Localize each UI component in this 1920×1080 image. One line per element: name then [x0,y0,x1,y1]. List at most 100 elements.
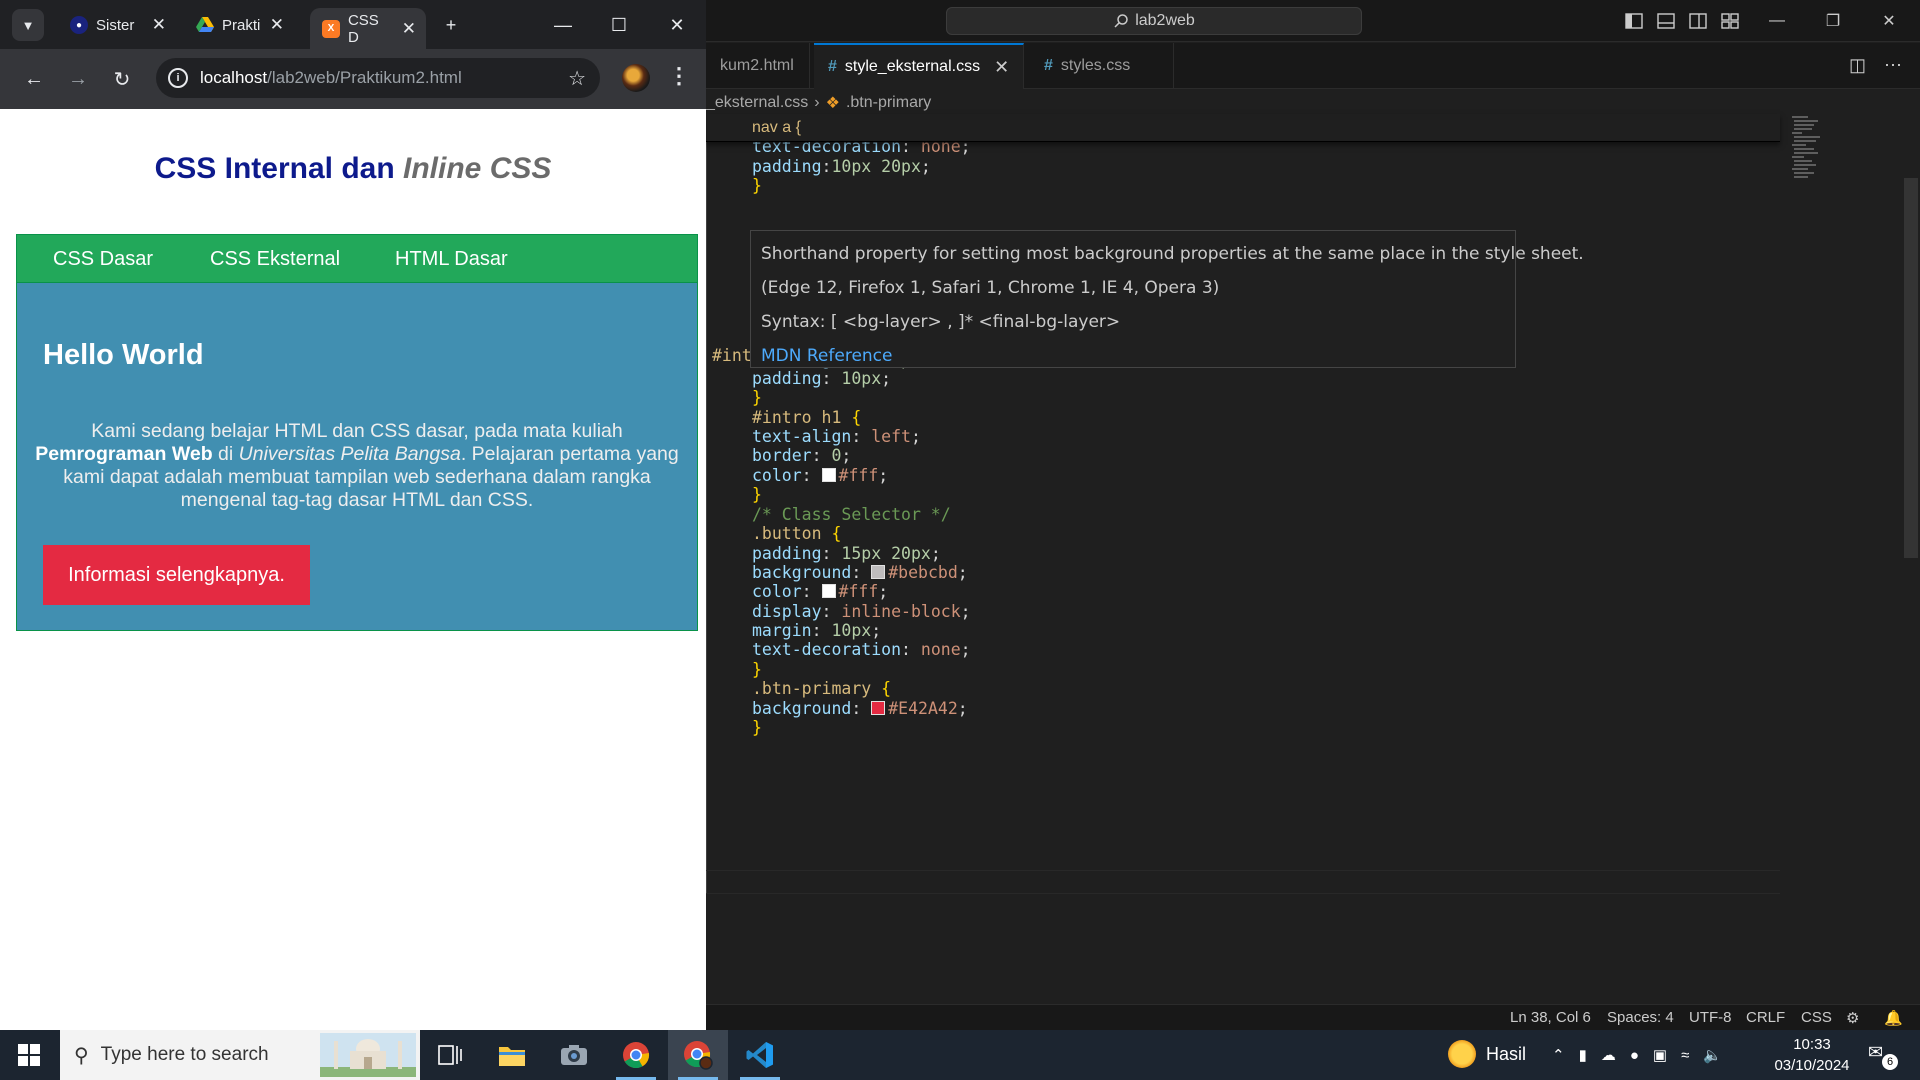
color-swatch[interactable] [871,565,886,579]
address-bar[interactable]: i localhost/lab2web/Praktikum2.html ☆ [156,58,600,98]
chrome-titlebar: ▼ ● Sister ✕ Prakti ✕ X CSS D ✕ + — ☐ ✕ [0,0,706,49]
bookmark-star-icon[interactable]: ☆ [568,66,586,91]
reload-icon[interactable]: ↻ [106,63,138,95]
task-view-icon[interactable] [420,1030,480,1080]
css-file-icon: # [828,58,837,75]
code-line: padding:10px 20px; [752,157,931,176]
new-tab-icon[interactable]: + [428,10,474,40]
restore-icon[interactable]: ❐ [1810,8,1856,34]
minimap[interactable] [1788,114,1908,1014]
partial-selector-text: #int [712,346,752,365]
code-line: text-decoration: none; [752,640,971,659]
indentation[interactable]: Spaces: 4 [1607,1009,1674,1026]
mdn-reference-link[interactable]: MDN Reference [761,339,1505,373]
close-window-icon[interactable]: ✕ [1866,8,1912,34]
browser-tab-title: CSS D [347,11,379,46]
xampp-icon: X [322,19,340,38]
intro-italic-text: Universitas Pelita Bangsa [238,443,461,465]
editor-scrollbar[interactable] [1904,178,1918,558]
search-icon [1114,14,1128,28]
breadcrumb-symbol[interactable]: .btn-primary [846,94,931,112]
action-center-icon[interactable]: ✉ 6 [1868,1042,1898,1070]
meet-now-icon[interactable]: ▣ [1653,1046,1667,1064]
taskbar-clock[interactable]: 10:33 03/10/2024 [1762,1034,1862,1076]
sticky-scroll-header[interactable]: nav a { [706,114,1780,142]
more-info-button[interactable]: Informasi selengkapnya. [43,545,310,605]
minimize-icon[interactable]: — [1754,8,1800,34]
close-tab-icon[interactable]: ✕ [270,15,284,35]
notifications-bell-icon[interactable]: 🔔 [1884,1009,1903,1027]
browser-tab[interactable]: Prakti ✕ [184,8,294,42]
toggle-secondary-sidebar-icon[interactable] [1688,11,1708,31]
browser-tab[interactable]: ● Sister ✕ [58,8,176,42]
breadcrumb: _eksternal.css › ❖ .btn-primary [706,92,931,114]
show-hidden-icons-chevron-icon[interactable]: ⌃ [1552,1046,1565,1064]
language-mode[interactable]: CSS [1801,1009,1832,1026]
clock-time: 10:33 [1793,1036,1831,1053]
toggle-panel-icon[interactable] [1656,11,1676,31]
weather-widget[interactable]: Hasil [1448,1040,1526,1068]
tab-style-eksternal-css[interactable]: # style_eksternal.css ✕ [814,43,1024,89]
url-host: localhost [200,68,268,87]
nav-link-css-eksternal[interactable]: CSS Eksternal [210,248,340,271]
intro-bold-text: Pemrograman Web [35,443,213,465]
color-swatch[interactable] [871,701,886,715]
forward-icon[interactable]: → [62,63,94,95]
vscode-icon[interactable] [730,1030,790,1080]
profile-avatar[interactable] [622,64,650,92]
tab-praktikum2-html[interactable]: kum2.html [706,43,810,89]
tab-label: styles.css [1060,57,1131,74]
windows-start-icon[interactable] [0,1030,58,1080]
chrome-window: ▼ ● Sister ✕ Prakti ✕ X CSS D ✕ + — ☐ ✕ … [0,0,706,1030]
chrome-profile-icon[interactable] [668,1030,728,1080]
more-actions-icon[interactable]: ⋯ [1884,55,1902,76]
volume-icon[interactable]: 🔈 [1703,1046,1722,1064]
chevron-right-icon: › [814,94,820,111]
browser-tab-active[interactable]: X CSS D ✕ [310,8,426,49]
taskbar-search-box[interactable]: ⚲ Type here to search [60,1030,420,1080]
wifi-icon[interactable]: ≈ [1681,1047,1689,1064]
customize-layout-icon[interactable] [1720,11,1740,31]
copilot-icon[interactable]: ⚙ [1846,1009,1859,1027]
tab-search-icon[interactable]: ▼ [12,9,44,41]
close-tab-icon[interactable]: ✕ [402,19,416,39]
css-symbol-icon: ❖ [825,95,840,112]
close-window-icon[interactable]: ✕ [654,10,700,40]
split-editor-icon[interactable]: ◫ [1849,55,1866,76]
chrome-icon[interactable] [606,1030,666,1080]
weather-sun-icon [1448,1040,1476,1068]
notification-count-badge: 6 [1882,1054,1898,1070]
desktop-screen: lab2web — ❐ ✕ kum2.html # style_eksterna… [0,0,1920,1080]
line-ending[interactable]: CRLF [1746,1009,1785,1026]
code-line: color: #fff; [752,466,889,485]
onedrive-icon[interactable]: ☁ [1601,1046,1616,1064]
minimize-icon[interactable]: — [540,10,586,40]
command-center-search[interactable]: lab2web [946,7,1362,35]
toggle-primary-sidebar-icon[interactable] [1624,11,1644,31]
close-tab-icon[interactable]: ✕ [152,15,166,35]
hover-tooltip: Shorthand property for setting most back… [750,230,1584,368]
site-info-icon[interactable]: i [168,68,188,88]
tab-styles-css[interactable]: # styles.css [1030,43,1174,89]
intro-paragraph: Kami sedang belajar HTML dan CSS dasar, … [29,420,685,512]
encoding[interactable]: UTF-8 [1689,1009,1732,1026]
maximize-icon[interactable]: ☐ [596,10,642,40]
chrome-menu-icon[interactable]: ⋮ [668,63,690,89]
close-tab-icon[interactable]: ✕ [994,57,1009,78]
file-explorer-icon[interactable] [482,1030,542,1080]
code-line: } [752,176,762,195]
color-swatch[interactable] [821,584,836,598]
nav-link-css-dasar[interactable]: CSS Dasar [53,248,153,271]
nav-link-html-dasar[interactable]: HTML Dasar [395,248,508,271]
cursor-position[interactable]: Ln 38, Col 6 [1510,1009,1591,1026]
camera-icon[interactable] [544,1030,604,1080]
color-swatch[interactable] [821,468,836,482]
battery-icon[interactable]: ▮ [1579,1046,1587,1064]
back-icon[interactable]: ← [18,63,50,95]
network-error-icon[interactable]: ● [1630,1047,1639,1064]
search-icon: ⚲ [74,1044,89,1067]
intro-text: di [212,443,239,465]
breadcrumb-file[interactable]: _eksternal.css [706,94,808,112]
system-tray: ⌃ ▮ ☁ ● ▣ ≈ 🔈 [1552,1030,1722,1080]
current-line-highlight [706,870,1780,894]
